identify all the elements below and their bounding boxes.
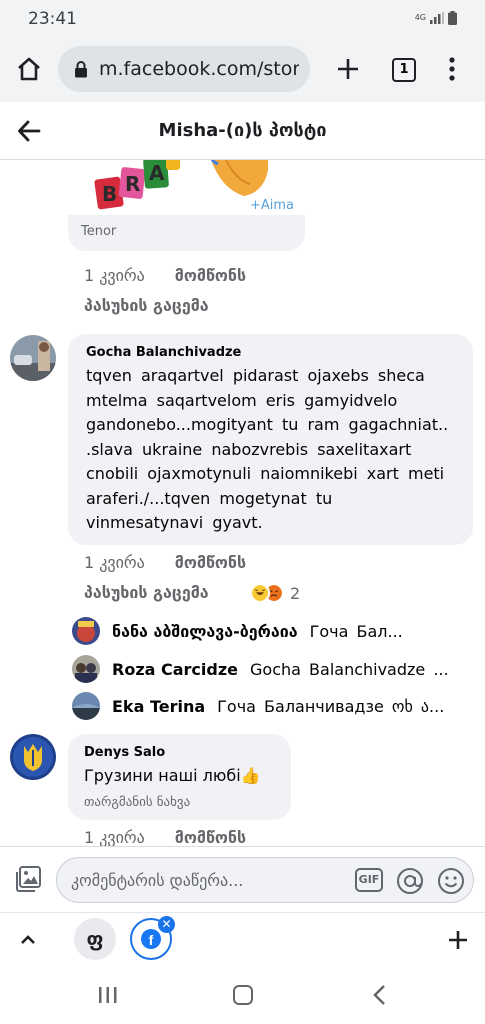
comment-author[interactable]: Gocha Balanchivadze [86, 345, 455, 360]
gif-source-label: Tenor [81, 224, 117, 239]
reply-snippet: Gocha Balanchivadze ... [250, 659, 449, 679]
comment-input[interactable] [71, 858, 351, 902]
comment-input-container: GIF [56, 857, 474, 903]
browser-toolbar: m.facebook.com/stor 1 [0, 38, 485, 102]
comment-text: tqven araqartvel pidarast ojaxebs sheca … [86, 364, 455, 536]
avatar [72, 655, 100, 683]
reply-preview[interactable]: Roza Carcidze Gocha Balanchivadze ... [72, 655, 449, 683]
status-time: 23:41 [28, 9, 77, 29]
status-icons: 4G [415, 11, 457, 25]
comment-bubble[interactable]: Denys Salo Грузини наші любі👍 თარგმანის … [68, 734, 291, 820]
reply-snippet: Гоча Бал... [309, 621, 403, 641]
reply-button[interactable]: პასუხის გაცემა [84, 296, 209, 315]
tab-switcher-button[interactable]: 1 [392, 58, 416, 82]
status-bar: 23:41 4G [0, 0, 485, 38]
comment-text: Грузини наші любі👍 [84, 766, 261, 785]
avatar-photo [10, 335, 56, 381]
gif-button[interactable]: GIF [355, 868, 383, 892]
comment-actions: 1 კვირა მომწონს [84, 553, 246, 572]
svg-text:R: R [125, 172, 140, 196]
comment-line: tqven araqartvel pidarast ojaxebs sheca [86, 366, 425, 385]
recent-apps-icon[interactable] [98, 986, 118, 1004]
reaction-count: 2 [290, 583, 301, 603]
plus-icon[interactable] [446, 928, 470, 952]
comment-bubble[interactable]: Gocha Balanchivadze tqven araqartvel pid… [68, 334, 473, 545]
like-button[interactable]: მომწონს [175, 553, 246, 572]
menu-icon[interactable] [442, 56, 462, 82]
comment-line: cnobili ojaxmotynuli naiomnikebi xart me… [86, 464, 445, 483]
tab-strip: ფ f ✕ [0, 912, 485, 966]
reply-preview[interactable]: Eka Terina Гоча Баланчивадзе ოხ ა... [72, 692, 444, 720]
comment-actions: 1 კვირა მომწონს [84, 828, 246, 846]
comment-line: .slava ukraine nabozvrebis saxelitaxart [86, 439, 412, 459]
network-label: 4G [414, 13, 426, 22]
avatar [72, 692, 100, 720]
address-bar[interactable]: m.facebook.com/stor [58, 46, 310, 92]
reaction-summary[interactable]: 2 [250, 583, 300, 603]
comment-time: 1 კვირა [84, 828, 145, 846]
comment-line: araferi./...tqven mogetynat tu [86, 488, 333, 508]
reply-preview[interactable]: ნანა აბშილავა-ბერაია Гоча Бал... [72, 617, 403, 645]
tab-favicon[interactable]: ფ [74, 918, 116, 960]
reply-author[interactable]: ნანა აბშილავა-ბერაია [112, 622, 298, 641]
page-header: Misha-(ი)ს პოსტი [0, 102, 485, 160]
close-tab-icon[interactable]: ✕ [158, 916, 175, 933]
comment-line: gandonebo...mogityant tu ram gagachniat.… [86, 415, 449, 434]
back-nav-icon[interactable] [372, 984, 386, 1006]
home-icon[interactable] [16, 56, 42, 82]
page-title: Misha-(ი)ს პოსტი [158, 120, 327, 141]
comment-composer: GIF [0, 846, 485, 912]
avatar [72, 617, 100, 645]
comment-author[interactable]: Denys Salo [84, 745, 275, 760]
comment-line: mtelma saqartvelom eris gamyidvelo [86, 390, 398, 410]
lock-icon [75, 61, 87, 78]
gif-artwork: B R A +Aima [94, 160, 294, 213]
comments-feed[interactable]: B R A +Aima Tenor 1 კვირა მომწონს პასუხი… [0, 160, 485, 846]
battery-icon [448, 11, 457, 25]
laugh-reaction-icon [250, 583, 270, 603]
reply-author[interactable]: Eka Terina [112, 697, 205, 716]
gif-image: B R A +Aima [68, 160, 305, 215]
mention-icon[interactable] [396, 867, 424, 895]
reply-button[interactable]: პასუხის გაცემა [84, 583, 209, 602]
svg-text:B: B [102, 182, 117, 206]
see-translation-link[interactable]: თარგმანის ნახვა [84, 795, 275, 810]
like-button[interactable]: მომწონს [175, 266, 246, 285]
home-nav-icon[interactable] [233, 985, 253, 1005]
chevron-up-icon[interactable] [16, 928, 40, 952]
reply-author[interactable]: Roza Carcidze [112, 660, 238, 679]
avatar-photo [10, 734, 56, 780]
facebook-icon: f [141, 929, 161, 949]
comment-line: vinmesatynavi gyavt. [86, 513, 263, 532]
url-text: m.facebook.com/stor [99, 58, 299, 80]
gif-attachment[interactable]: B R A +Aima Tenor [68, 160, 305, 251]
system-navigation [0, 966, 485, 1024]
reply-snippet: Гоча Баланчивадзе ოხ ა... [217, 696, 445, 716]
emoji-icon[interactable] [437, 867, 465, 895]
svg-text:A: A [149, 161, 165, 185]
photo-icon[interactable] [14, 865, 42, 893]
comment-actions: 1 კვირა მომწონს [84, 266, 246, 285]
avatar[interactable] [10, 335, 56, 381]
svg-text:+Aima: +Aima [250, 198, 294, 213]
avatar[interactable] [10, 734, 56, 780]
like-button[interactable]: მომწონს [175, 828, 246, 846]
comment-time: 1 კვირა [84, 553, 145, 572]
signal-icon [430, 12, 444, 24]
new-tab-icon[interactable] [335, 56, 361, 82]
comment-time: 1 კვირა [84, 266, 145, 285]
